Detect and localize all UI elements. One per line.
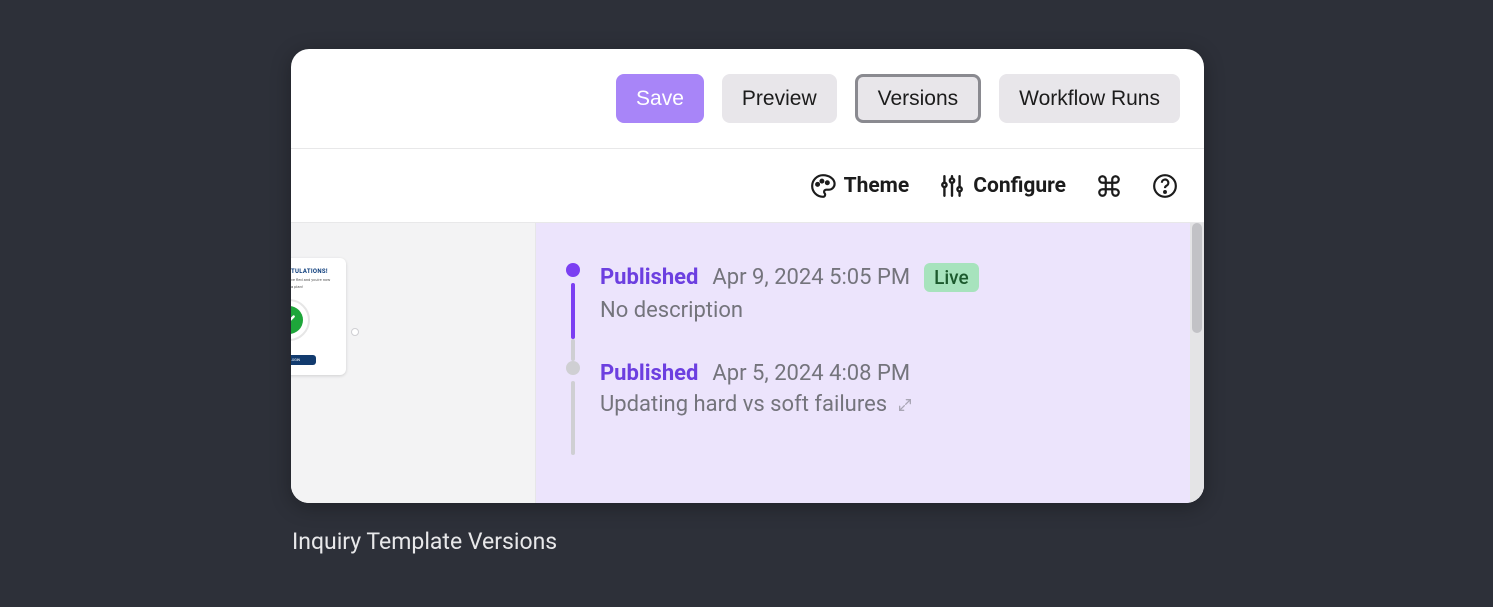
- canvas-connector-dot[interactable]: [351, 328, 359, 336]
- timeline-dot-active: [566, 263, 580, 277]
- version-date: Apr 9, 2024 5:05 PM: [712, 265, 910, 290]
- scrollbar[interactable]: [1190, 223, 1204, 503]
- preview-button[interactable]: Preview: [722, 74, 837, 123]
- configure-button[interactable]: Configure: [939, 173, 1066, 199]
- version-description: Updating hard vs soft failures: [600, 392, 913, 417]
- help-icon: [1152, 173, 1178, 199]
- content-area: TULATIONS! ve fled and you're now a plan…: [291, 223, 1204, 503]
- preview-subtitle-1: ve fled and you're now: [291, 277, 336, 282]
- version-date: Apr 5, 2024 4:08 PM: [712, 361, 910, 386]
- preview-login-button: E TO LOGIN: [291, 355, 316, 365]
- theme-button[interactable]: Theme: [810, 173, 910, 199]
- versions-panel: Published Apr 9, 2024 5:05 PM Live No de…: [536, 223, 1204, 503]
- scrollbar-thumb[interactable]: [1192, 223, 1202, 333]
- versions-button[interactable]: Versions: [855, 74, 982, 123]
- version-entry[interactable]: Published Apr 9, 2024 5:05 PM Live No de…: [566, 263, 1174, 361]
- version-description: No description: [600, 298, 979, 323]
- app-card: Save Preview Versions Workflow Runs Them…: [291, 49, 1204, 503]
- version-entry[interactable]: Published Apr 5, 2024 4:08 PM Updating h…: [566, 361, 1174, 455]
- version-status: Published: [600, 265, 698, 290]
- preview-success-circle: [291, 299, 310, 341]
- preview-step-card[interactable]: TULATIONS! ve fled and you're now a plan…: [291, 258, 346, 375]
- expand-icon[interactable]: [897, 397, 913, 413]
- canvas-preview: TULATIONS! ve fled and you're now a plan…: [291, 223, 536, 503]
- timeline-line-active: [571, 283, 575, 339]
- configure-label: Configure: [973, 174, 1066, 198]
- workflow-runs-button[interactable]: Workflow Runs: [999, 74, 1180, 123]
- sub-toolbar: Theme Configure: [291, 149, 1204, 223]
- palette-icon: [810, 173, 836, 199]
- figure-caption: Inquiry Template Versions: [292, 528, 557, 555]
- theme-label: Theme: [844, 174, 910, 198]
- preview-subtitle-2: a plan!: [291, 284, 336, 289]
- timeline-marker: [566, 361, 580, 455]
- timeline-line: [571, 381, 575, 455]
- save-button[interactable]: Save: [616, 74, 704, 123]
- sliders-icon: [939, 173, 965, 199]
- keyboard-shortcuts-button[interactable]: [1096, 173, 1122, 199]
- preview-title: TULATIONS!: [291, 268, 336, 275]
- top-toolbar: Save Preview Versions Workflow Runs: [291, 49, 1204, 149]
- timeline-dot: [566, 361, 580, 375]
- timeline-marker: [566, 263, 580, 361]
- timeline-line: [571, 339, 575, 361]
- help-button[interactable]: [1152, 173, 1178, 199]
- checkmark-icon: [291, 306, 303, 334]
- version-status: Published: [600, 361, 698, 386]
- command-icon: [1096, 173, 1122, 199]
- live-badge: Live: [924, 263, 979, 292]
